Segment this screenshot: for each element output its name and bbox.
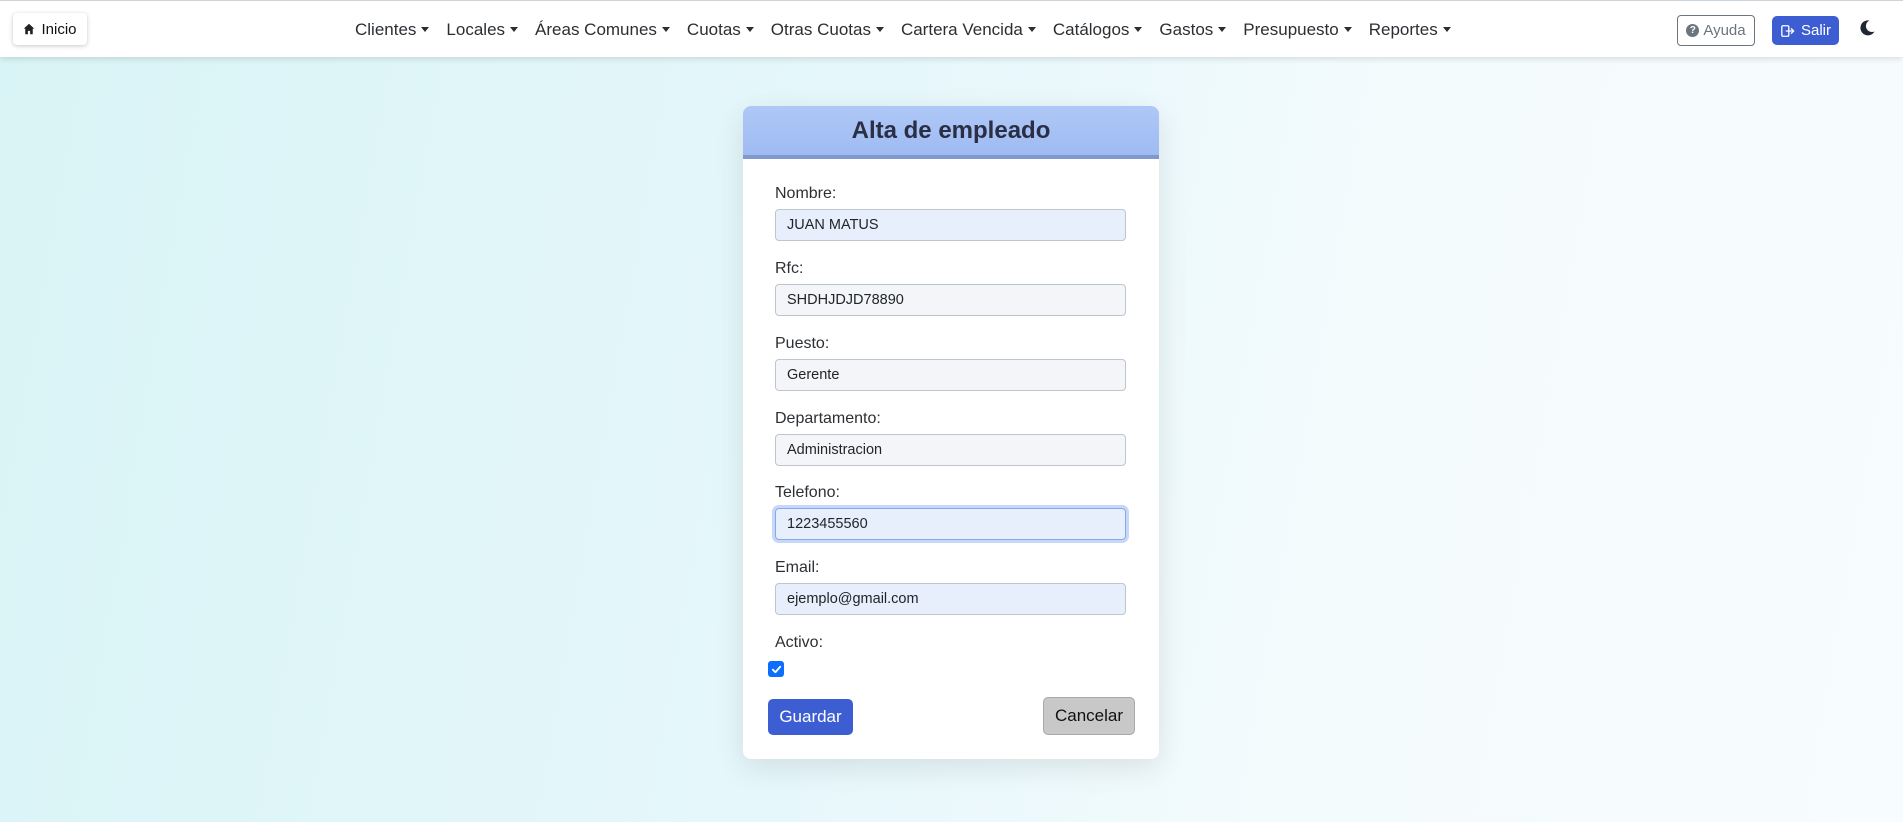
nombre-input[interactable] (775, 209, 1126, 241)
cancel-button[interactable]: Cancelar (1043, 697, 1135, 735)
caret-down-icon (1218, 27, 1227, 32)
checkmark-icon (771, 665, 781, 673)
employee-form-card: Alta de empleado Nombre: Rfc: Puesto: De… (743, 106, 1159, 759)
menu-catalogos[interactable]: Catálogos (1053, 20, 1143, 40)
house-icon (24, 23, 35, 35)
logout-icon (1781, 24, 1795, 37)
help-button[interactable]: ? Ayuda (1677, 15, 1755, 46)
menu-label: Otras Cuotas (770, 19, 871, 39)
help-label: Ayuda (1703, 22, 1746, 39)
menu-label: Presupuesto (1243, 19, 1339, 39)
exit-label: Salir (1800, 22, 1831, 39)
departamento-label: Departamento: (775, 410, 881, 427)
menu-label: Cuotas (686, 19, 741, 39)
caret-down-icon (1027, 27, 1036, 32)
caret-down-icon (510, 27, 519, 32)
telefono-input[interactable] (775, 508, 1126, 540)
telefono-label: Telefono: (775, 484, 840, 501)
menu-otras-cuotas[interactable]: Otras Cuotas (771, 20, 884, 40)
moon-icon (1860, 20, 1875, 36)
caret-down-icon (875, 27, 884, 32)
menu-label: Locales (446, 19, 506, 39)
activo-checkbox[interactable] (768, 661, 784, 677)
menu-label: Catálogos (1052, 19, 1130, 39)
menu-label: Gastos (1159, 19, 1214, 39)
departamento-input[interactable] (775, 434, 1126, 466)
exit-button[interactable]: Salir (1772, 16, 1839, 45)
menu-locales[interactable]: Locales (446, 19, 519, 40)
main-menu: Clientes Locales Áreas Comunes Cuotas Ot… (355, 1, 1468, 58)
question-circle-icon: ? (1686, 24, 1700, 37)
rfc-label: Rfc: (775, 260, 804, 277)
caret-down-icon (1442, 27, 1451, 32)
nombre-label: Nombre: (775, 185, 837, 202)
email-label: Email: (775, 559, 820, 576)
caret-down-icon (421, 27, 430, 32)
menu-reportes[interactable]: Reportes (1369, 20, 1451, 40)
top-navbar: Inicio Clientes Locales Áreas Comunes Cu… (0, 0, 1903, 57)
menu-label: Cartera Vencida (900, 19, 1023, 39)
home-label: Inicio (41, 20, 77, 38)
menu-clientes[interactable]: Clientes (355, 19, 430, 40)
menu-label: Reportes (1368, 19, 1438, 39)
home-button[interactable]: Inicio (13, 13, 87, 45)
caret-down-icon (1134, 27, 1143, 32)
card-header: Alta de empleado (743, 106, 1159, 159)
menu-cuotas[interactable]: Cuotas (687, 20, 754, 40)
caret-down-icon (661, 27, 670, 32)
save-button[interactable]: Guardar (768, 699, 853, 735)
caret-down-icon (1343, 27, 1352, 32)
page-title: Alta de empleado (851, 116, 1051, 144)
rfc-input[interactable] (775, 284, 1126, 316)
menu-gastos[interactable]: Gastos (1159, 19, 1227, 40)
caret-down-icon (745, 27, 754, 32)
menu-cartera-vencida[interactable]: Cartera Vencida (901, 20, 1036, 40)
puesto-input[interactable] (775, 359, 1126, 391)
menu-label: Clientes (355, 19, 417, 39)
activo-label: Activo: (775, 634, 824, 651)
email-input[interactable] (775, 583, 1126, 615)
menu-label: Áreas Comunes (535, 19, 657, 39)
menu-presupuesto[interactable]: Presupuesto (1243, 19, 1352, 40)
puesto-label: Puesto: (775, 335, 830, 352)
menu-areas-comunes[interactable]: Áreas Comunes (535, 20, 670, 40)
theme-toggle-button[interactable] (1857, 18, 1877, 38)
